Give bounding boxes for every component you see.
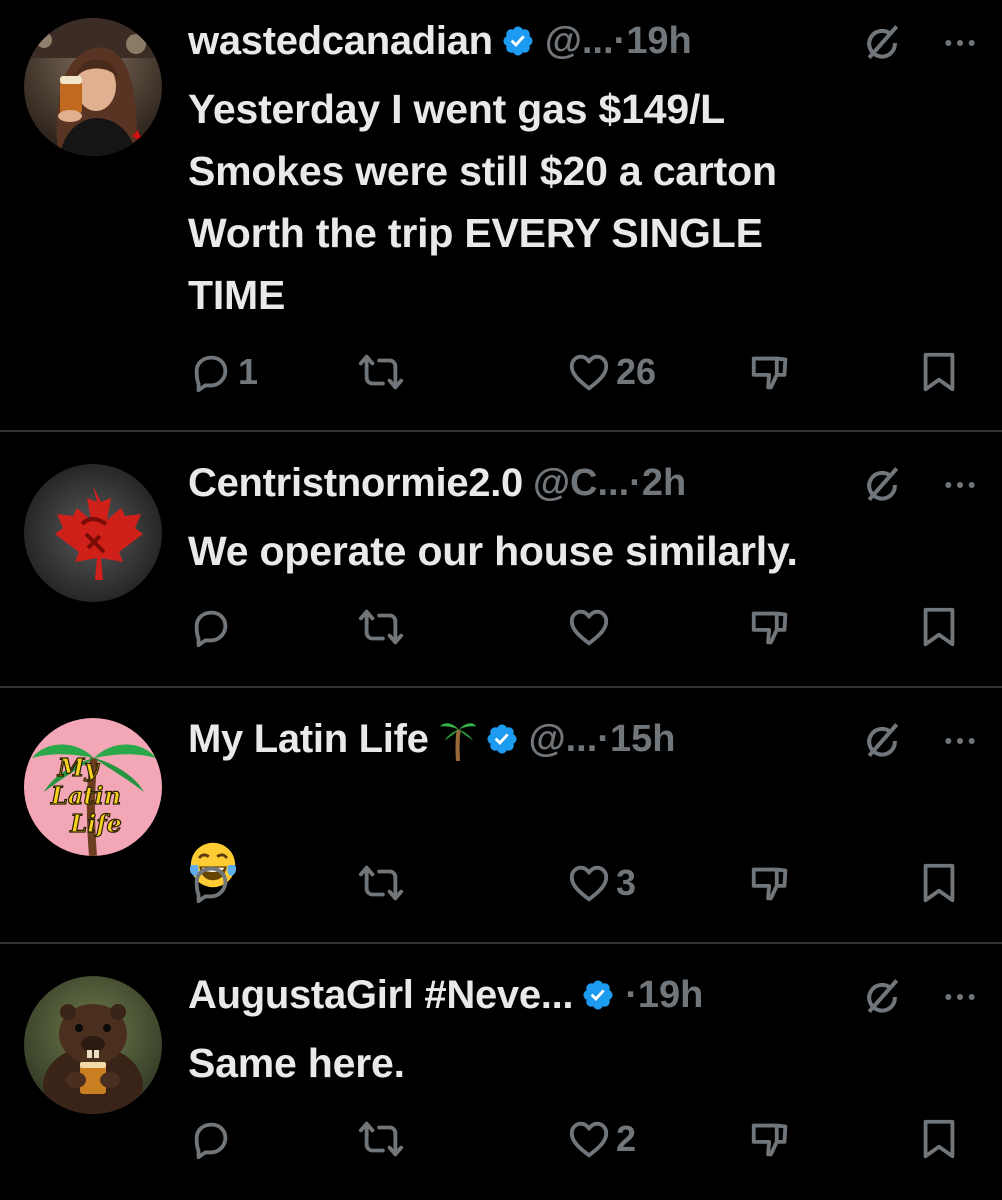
grok-icon[interactable] bbox=[860, 718, 904, 764]
more-options-icon[interactable] bbox=[940, 718, 980, 764]
more-options-icon[interactable] bbox=[940, 974, 980, 1020]
bookmark-icon bbox=[923, 607, 955, 647]
grok-icon[interactable] bbox=[860, 974, 904, 1020]
palm-tree-icon bbox=[439, 723, 476, 761]
verified-badge-icon bbox=[487, 724, 517, 754]
woman-with-beer-avatar-icon bbox=[24, 18, 162, 156]
bookmark-button[interactable] bbox=[916, 856, 962, 910]
like-count: 26 bbox=[616, 351, 657, 392]
thumbs-down-icon bbox=[751, 867, 788, 901]
reply-button[interactable] bbox=[188, 856, 234, 910]
bookmark-icon bbox=[923, 1119, 955, 1159]
repost-icon bbox=[358, 354, 404, 390]
heart-icon bbox=[569, 865, 609, 902]
repost-icon bbox=[358, 1121, 404, 1157]
post-time[interactable]: ·19h bbox=[614, 20, 692, 63]
post-actions bbox=[0, 600, 1002, 654]
avatar-text-life: Life bbox=[69, 809, 122, 838]
bookmark-icon bbox=[923, 863, 955, 903]
post-time[interactable]: ·15h bbox=[597, 718, 675, 761]
post-actions: 3 bbox=[0, 856, 1002, 910]
author-handle[interactable]: @... bbox=[545, 20, 614, 63]
like-button[interactable]: 26 bbox=[566, 345, 656, 399]
bookmark-button[interactable] bbox=[916, 1112, 962, 1166]
thumbs-down-icon bbox=[751, 611, 788, 645]
dislike-button[interactable] bbox=[748, 1112, 794, 1166]
bookmark-icon bbox=[923, 352, 955, 392]
verified-badge-icon bbox=[583, 980, 613, 1010]
post-centristnormie[interactable]: Centristnormie2.0 @C... ·2h We operate o… bbox=[0, 432, 1002, 686]
like-count: 2 bbox=[616, 1118, 637, 1159]
reply-button[interactable] bbox=[188, 1112, 234, 1166]
verified-badge-icon bbox=[503, 26, 533, 56]
like-count: 3 bbox=[616, 862, 637, 903]
post-time[interactable]: ·19h bbox=[625, 974, 703, 1017]
avatar-wastedcanadian[interactable] bbox=[24, 18, 162, 156]
post-text: We operate our house similarly. bbox=[188, 528, 798, 574]
grok-icon[interactable] bbox=[860, 462, 904, 508]
post-actions: 1 26 bbox=[0, 345, 1002, 399]
more-options-icon[interactable] bbox=[940, 462, 980, 508]
avatar-text-my: My bbox=[57, 753, 101, 782]
avatar-centristnormie[interactable] bbox=[24, 464, 162, 602]
author-name[interactable]: Centristnormie2.0 bbox=[188, 461, 523, 506]
dislike-button[interactable] bbox=[748, 600, 794, 654]
avatar-my-latin-life[interactable]: My Latin Life bbox=[24, 718, 162, 856]
beaver-with-drink-avatar-icon bbox=[24, 976, 162, 1114]
bookmark-button[interactable] bbox=[916, 345, 962, 399]
more-options-icon[interactable] bbox=[940, 20, 980, 66]
repost-button[interactable] bbox=[358, 856, 404, 910]
reply-icon bbox=[194, 610, 228, 648]
reply-icon bbox=[194, 355, 228, 393]
author-handle[interactable]: @... bbox=[529, 718, 598, 761]
replies-feed: wastedcanadian @... ·19h Yesterday I wen… bbox=[0, 0, 1002, 1200]
avatar-augustagirl[interactable] bbox=[24, 976, 162, 1114]
post-time[interactable]: ·2h bbox=[629, 462, 686, 505]
author-name[interactable]: wastedcanadian bbox=[188, 19, 493, 64]
dislike-button[interactable] bbox=[748, 856, 794, 910]
repost-button[interactable] bbox=[358, 345, 404, 399]
grok-icon[interactable] bbox=[860, 20, 904, 66]
dislike-button[interactable] bbox=[748, 345, 794, 399]
repost-button[interactable] bbox=[358, 600, 404, 654]
heart-icon bbox=[569, 1121, 609, 1158]
repost-icon bbox=[358, 865, 404, 901]
author-handle[interactable]: @C... bbox=[533, 462, 629, 505]
post-text: Yesterday I went gas $149/L Smokes were … bbox=[188, 86, 777, 318]
heart-icon bbox=[569, 354, 609, 391]
thumbs-down-icon bbox=[751, 356, 788, 390]
author-name[interactable]: AugustaGirl #Neve... bbox=[188, 973, 574, 1018]
like-button[interactable] bbox=[566, 600, 612, 654]
post-wastedcanadian[interactable]: wastedcanadian @... ·19h Yesterday I wen… bbox=[0, 0, 1002, 430]
reply-count: 1 bbox=[238, 351, 259, 392]
repost-button[interactable] bbox=[358, 1112, 404, 1166]
reply-button[interactable]: 1 bbox=[188, 345, 258, 399]
thumbs-down-icon bbox=[751, 1123, 788, 1157]
author-name[interactable]: My Latin Life bbox=[188, 717, 429, 762]
like-button[interactable]: 2 bbox=[566, 1112, 636, 1166]
post-text: Same here. bbox=[188, 1040, 405, 1086]
like-button[interactable]: 3 bbox=[566, 856, 636, 910]
bookmark-button[interactable] bbox=[916, 600, 962, 654]
reply-icon bbox=[194, 1122, 228, 1160]
post-actions: 2 bbox=[0, 1112, 1002, 1166]
avatar-text-latin: Latin bbox=[50, 781, 121, 810]
repost-icon bbox=[358, 609, 404, 645]
post-my-latin-life[interactable]: My Latin Life My Latin Life @... ·15h 3 bbox=[0, 688, 1002, 942]
maple-leaf-hammer-sickle-avatar-icon bbox=[24, 464, 162, 602]
heart-icon bbox=[569, 609, 609, 646]
reply-icon bbox=[194, 866, 228, 904]
reply-button[interactable] bbox=[188, 600, 234, 654]
post-augustagirl[interactable]: AugustaGirl #Neve... ·19h Same here. 2 bbox=[0, 944, 1002, 1200]
my-latin-life-logo-avatar-icon: My Latin Life bbox=[24, 718, 162, 856]
